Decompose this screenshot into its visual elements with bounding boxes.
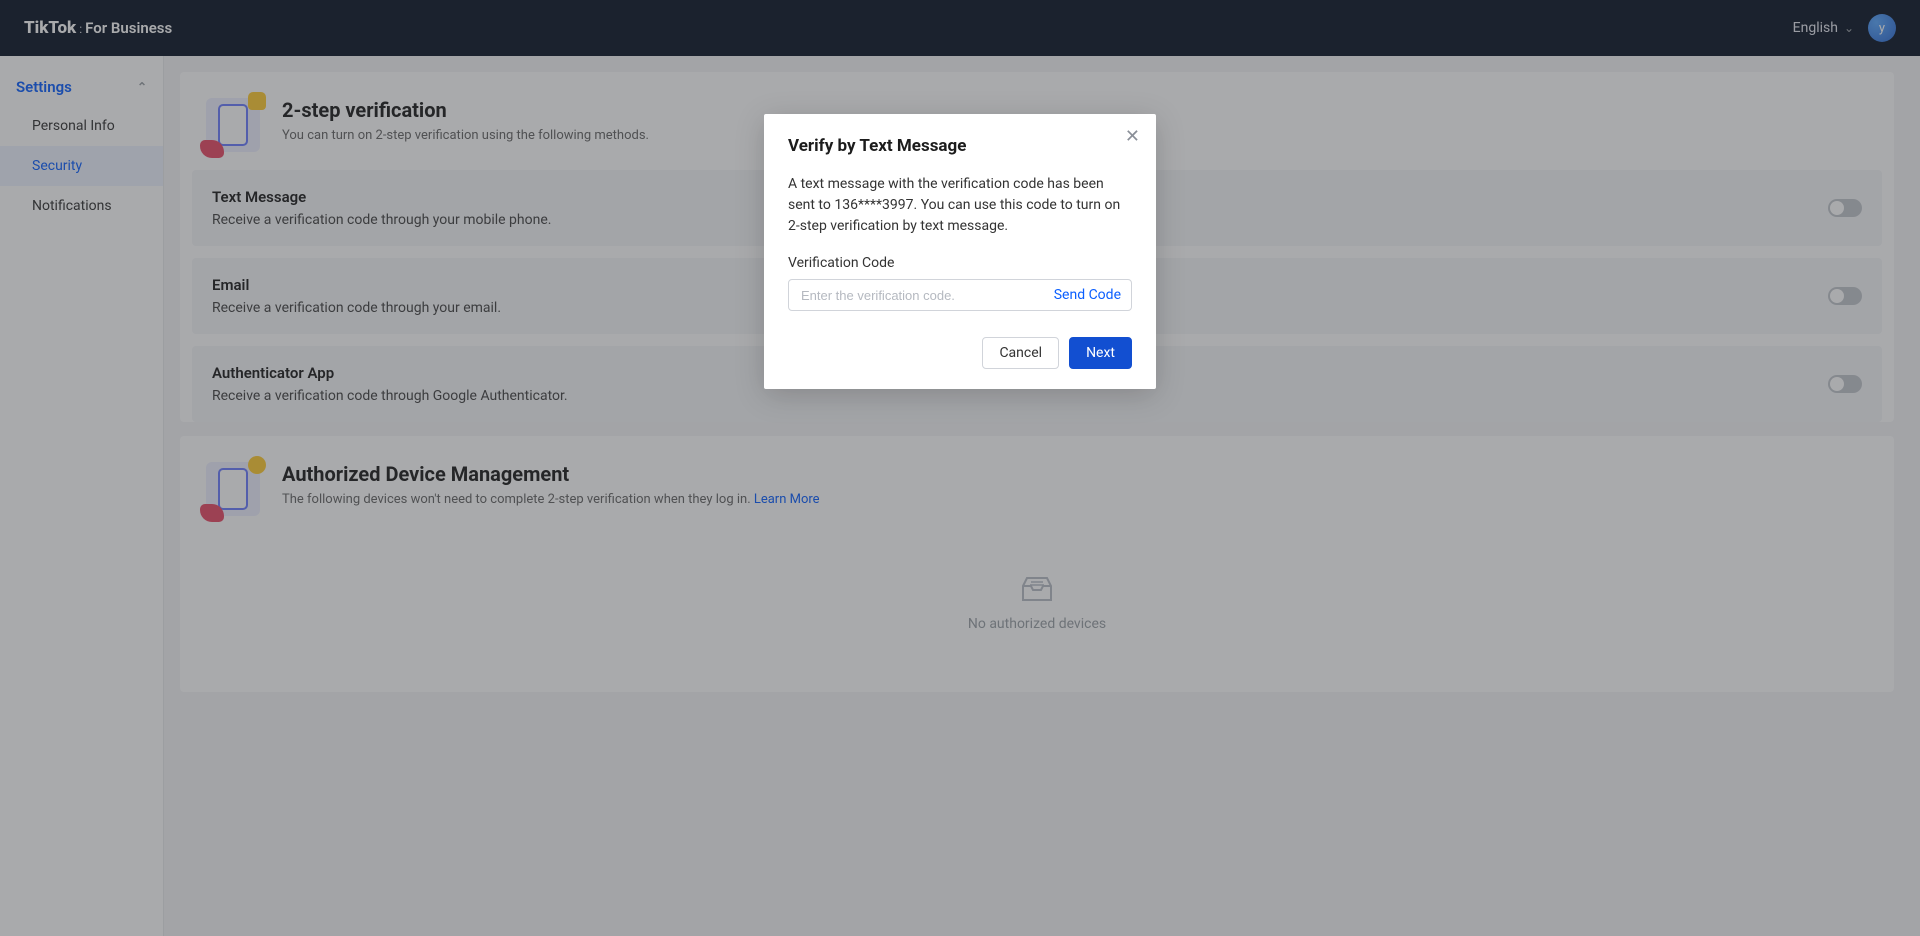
verification-code-input[interactable] bbox=[801, 288, 1054, 303]
verification-code-input-wrap: Send Code bbox=[788, 279, 1132, 311]
verify-modal: ✕ Verify by Text Message A text message … bbox=[764, 114, 1156, 389]
modal-footer: Cancel Next bbox=[788, 337, 1132, 369]
verification-code-label: Verification Code bbox=[788, 255, 1132, 271]
cancel-button[interactable]: Cancel bbox=[982, 337, 1059, 369]
send-code-button[interactable]: Send Code bbox=[1054, 287, 1121, 303]
modal-overlay[interactable]: ✕ Verify by Text Message A text message … bbox=[0, 0, 1920, 936]
next-button[interactable]: Next bbox=[1069, 337, 1132, 369]
close-icon[interactable]: ✕ bbox=[1125, 128, 1140, 146]
modal-title: Verify by Text Message bbox=[788, 136, 1132, 156]
modal-body-text: A text message with the verification cod… bbox=[788, 174, 1132, 237]
